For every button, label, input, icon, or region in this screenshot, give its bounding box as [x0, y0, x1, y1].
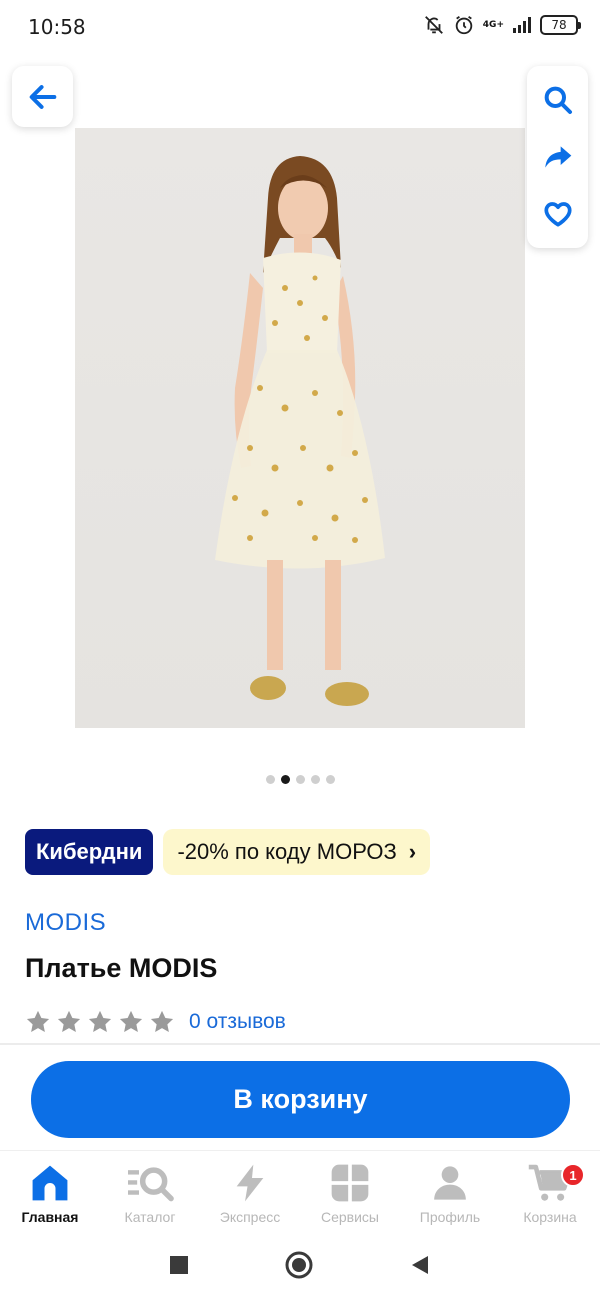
home-circle-icon[interactable]	[284, 1250, 314, 1280]
lightning-icon	[236, 1164, 264, 1202]
gallery-dot-active[interactable]	[280, 775, 290, 784]
star-icon	[88, 1010, 112, 1033]
services-grid-icon	[331, 1164, 369, 1202]
arrow-left-icon	[29, 84, 56, 109]
profile-icon	[434, 1166, 466, 1200]
divider	[0, 1043, 600, 1045]
back-button[interactable]	[12, 66, 73, 127]
network-type: 4G+	[482, 20, 504, 30]
nav-item-home[interactable]: Главная	[0, 1151, 100, 1231]
nav-label-profile: Профиль	[419, 1209, 481, 1225]
star-icon	[119, 1010, 143, 1033]
nav-label-express: Экспресс	[219, 1209, 281, 1225]
brand-link[interactable]: MODIS	[25, 909, 106, 937]
gallery-dot[interactable]	[265, 775, 275, 784]
battery-indicator: 78	[540, 15, 581, 35]
promo-code-banner[interactable]: -20% по коду МОРОЗ ›	[163, 829, 431, 875]
bottom-nav: Главная Каталог Экспресс Сервисы Профиль…	[0, 1150, 600, 1230]
chevron-right-icon: ›	[408, 839, 417, 864]
reviews-link[interactable]: 0 отзывов	[189, 1010, 286, 1034]
kiberdni-badge[interactable]: Кибердни	[25, 829, 154, 875]
product-image[interactable]	[75, 128, 525, 728]
nav-label-cart: Корзина	[523, 1209, 577, 1225]
share-icon	[544, 146, 571, 168]
nav-item-catalog[interactable]: Каталог	[100, 1151, 200, 1231]
add-to-cart-button[interactable]: В корзину	[31, 1061, 570, 1138]
status-bar: 10:58 4G+ 78	[0, 0, 600, 54]
product-title: Платье MODIS	[25, 953, 218, 983]
star-icon	[26, 1010, 50, 1033]
star-icon	[150, 1010, 174, 1033]
alarm-icon	[455, 15, 473, 35]
share-button[interactable]	[538, 137, 578, 177]
promo-row: Кибердни -20% по коду МОРОЗ ›	[25, 829, 431, 875]
signal-icon	[513, 17, 531, 33]
star-icon	[57, 1010, 81, 1033]
nav-item-express[interactable]: Экспресс	[200, 1151, 300, 1231]
nav-label-catalog: Каталог	[124, 1209, 176, 1225]
back-triangle-icon[interactable]	[409, 1254, 431, 1276]
status-icons: 4G+ 78	[423, 14, 581, 36]
rating-row[interactable]: 0 отзывов	[24, 1008, 286, 1036]
nav-item-services[interactable]: Сервисы	[300, 1151, 400, 1231]
promo-code-text: -20% по коду МОРОЗ	[177, 839, 397, 864]
system-nav-bar	[0, 1230, 600, 1299]
nav-item-cart[interactable]: 1 Корзина	[500, 1151, 600, 1231]
favorite-button[interactable]	[538, 194, 578, 234]
product-actions	[527, 66, 588, 248]
bell-muted-icon	[424, 16, 443, 34]
catalog-search-icon	[128, 1167, 174, 1202]
home-icon	[32, 1165, 68, 1201]
recents-square-icon[interactable]	[169, 1255, 189, 1275]
heart-icon	[543, 201, 572, 227]
cart-count-badge: 1	[561, 1163, 585, 1187]
search-icon	[544, 86, 572, 115]
nav-item-profile[interactable]: Профиль	[400, 1151, 500, 1231]
gallery-indicator	[0, 775, 600, 784]
dress-photo	[215, 156, 385, 706]
gallery-dot[interactable]	[295, 775, 305, 784]
gallery-dot[interactable]	[310, 775, 320, 784]
gallery-dot[interactable]	[325, 775, 335, 784]
nav-label-services: Сервисы	[320, 1209, 379, 1225]
nav-label-home: Главная	[21, 1209, 79, 1225]
status-time: 10:58	[28, 15, 86, 39]
search-button[interactable]	[538, 80, 578, 120]
